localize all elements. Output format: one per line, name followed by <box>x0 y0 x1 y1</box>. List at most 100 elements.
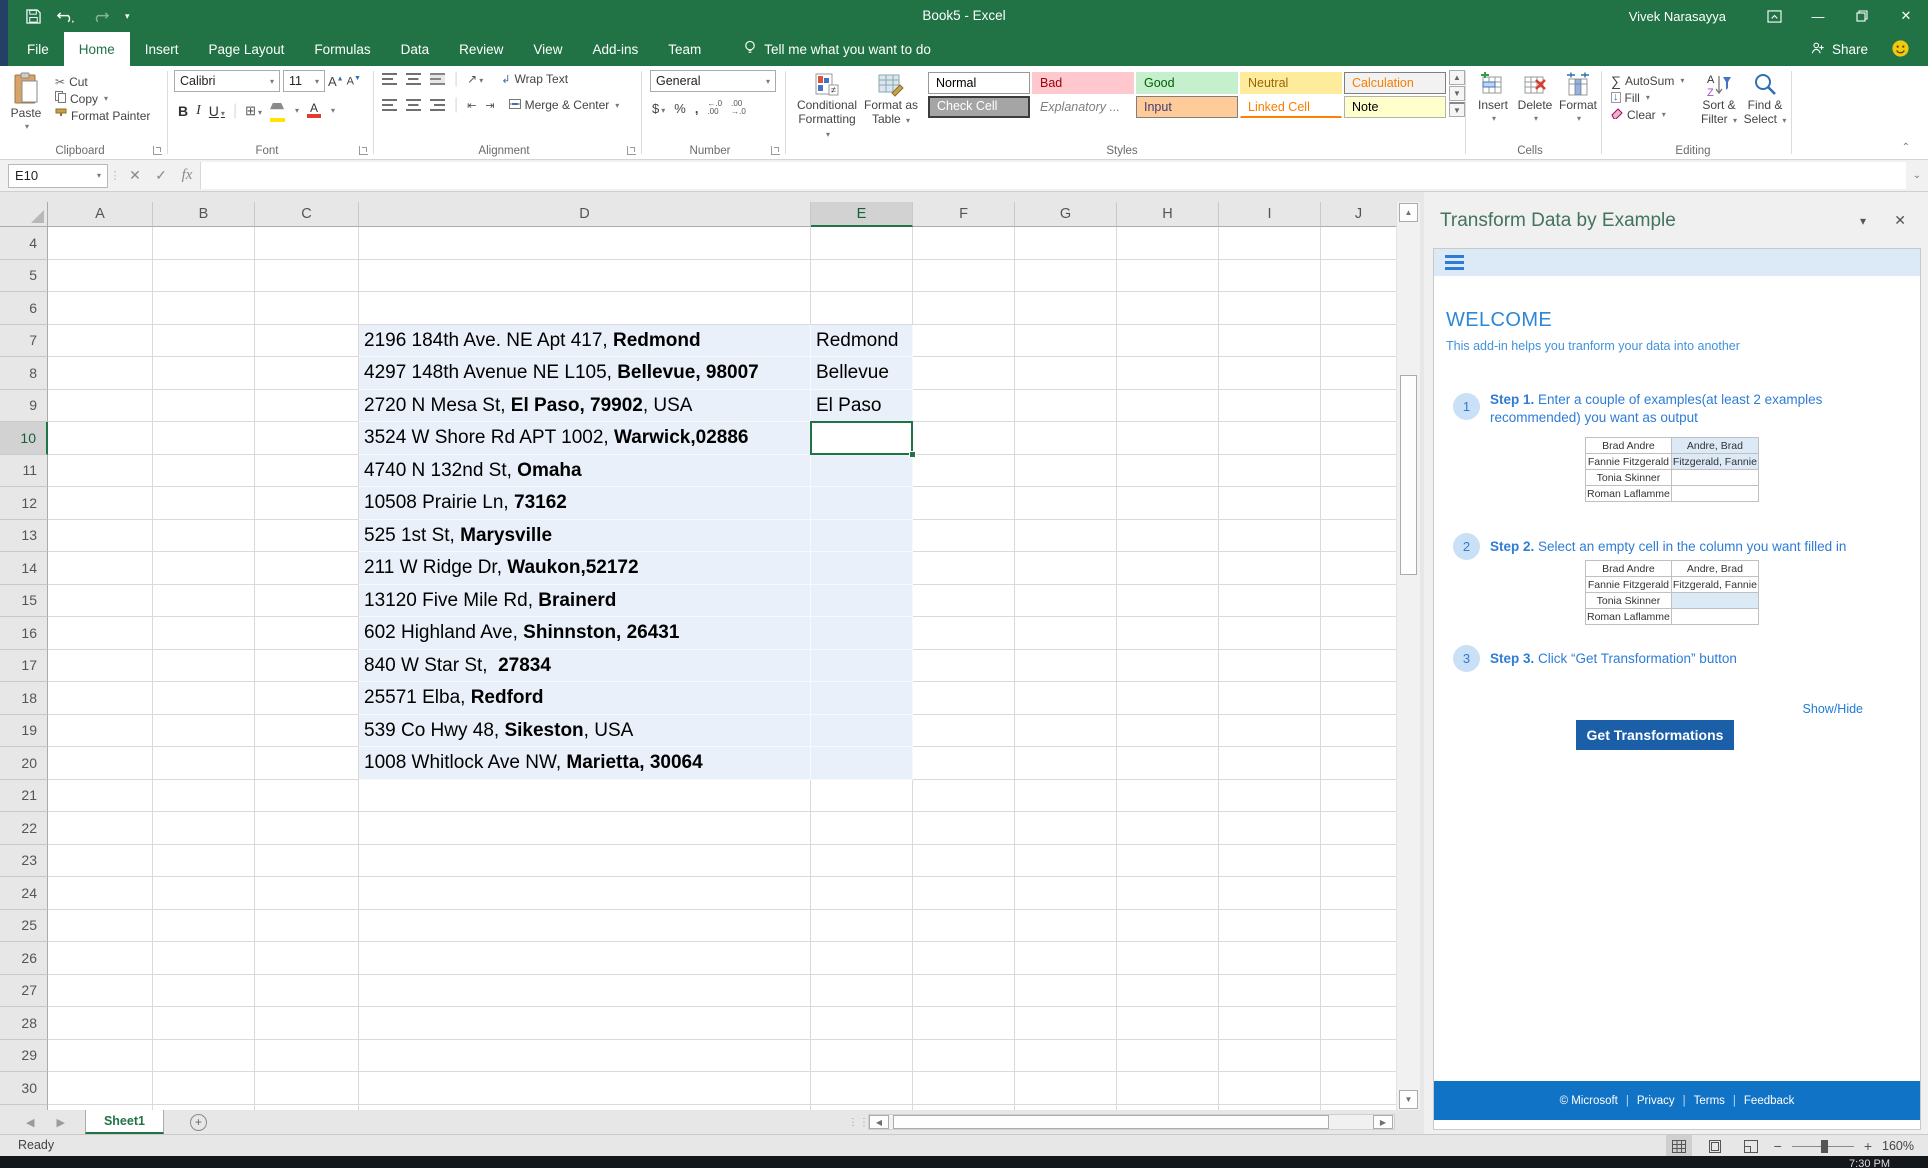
page-layout-view-icon[interactable] <box>1702 1135 1728 1157</box>
cell-E11[interactable] <box>811 455 913 488</box>
clear-button[interactable]: Clear▾ <box>1608 106 1696 123</box>
cell-D10[interactable]: 3524 W Shore Rd APT 1002, Warwick,02886 <box>359 422 811 455</box>
zoom-slider-thumb[interactable] <box>1821 1140 1828 1153</box>
cell-I30[interactable] <box>1219 1072 1321 1105</box>
cell-F27[interactable] <box>913 975 1015 1008</box>
cell-C20[interactable] <box>255 747 359 780</box>
restore-button[interactable] <box>1840 0 1884 32</box>
cell-E14[interactable] <box>811 552 913 585</box>
underline-button[interactable]: U▾ <box>209 103 225 119</box>
style-chip-good[interactable]: Good <box>1136 72 1238 94</box>
cell-E16[interactable] <box>811 617 913 650</box>
cell-I17[interactable] <box>1219 650 1321 683</box>
format-as-table-button[interactable]: Format as Table ▾ <box>860 70 922 142</box>
cell-F29[interactable] <box>913 1040 1015 1073</box>
cell-B27[interactable] <box>153 975 255 1008</box>
style-chip-check[interactable]: Check Cell <box>928 96 1030 118</box>
cell-G29[interactable] <box>1015 1040 1117 1073</box>
cell-B16[interactable] <box>153 617 255 650</box>
cell-E8[interactable]: Bellevue <box>811 357 913 390</box>
cell-E25[interactable] <box>811 910 913 943</box>
cell-B21[interactable] <box>153 780 255 813</box>
cell-H29[interactable] <box>1117 1040 1219 1073</box>
cell-C27[interactable] <box>255 975 359 1008</box>
cell-G8[interactable] <box>1015 357 1117 390</box>
align-bottom-icon[interactable] <box>430 73 445 85</box>
cell-E13[interactable] <box>811 520 913 553</box>
cell-A18[interactable] <box>48 682 153 715</box>
cell-F17[interactable] <box>913 650 1015 683</box>
cell-J11[interactable] <box>1321 455 1396 488</box>
style-chip-bad[interactable]: Bad <box>1032 72 1134 94</box>
cell-F21[interactable] <box>913 780 1015 813</box>
cell-A21[interactable] <box>48 780 153 813</box>
zoom-out-icon[interactable]: − <box>1774 1138 1782 1154</box>
row-header-13[interactable]: 13 <box>0 520 48 553</box>
number-format-combo[interactable]: General▾ <box>650 70 776 92</box>
cell-J28[interactable] <box>1321 1007 1396 1040</box>
align-right-icon[interactable] <box>430 99 445 111</box>
align-left-icon[interactable] <box>382 99 397 111</box>
share-button[interactable]: Share <box>1811 32 1868 66</box>
cell-D9[interactable]: 2720 N Mesa St, El Paso, 79902, USA <box>359 390 811 423</box>
cell-D30[interactable] <box>359 1072 811 1105</box>
increase-decimal-icon[interactable]: ←.0.00 <box>707 100 722 116</box>
cell-G5[interactable] <box>1015 260 1117 293</box>
font-size-combo[interactable]: 11▾ <box>283 70 325 92</box>
cell-B5[interactable] <box>153 260 255 293</box>
cell-G14[interactable] <box>1015 552 1117 585</box>
cell-A23[interactable] <box>48 845 153 878</box>
align-middle-icon[interactable] <box>406 73 421 85</box>
cell-I16[interactable] <box>1219 617 1321 650</box>
cell-C4[interactable] <box>255 227 359 260</box>
cell-I25[interactable] <box>1219 910 1321 943</box>
cell-D13[interactable]: 525 1st St, Marysville <box>359 520 811 553</box>
cell-B23[interactable] <box>153 845 255 878</box>
cell-D17[interactable]: 840 W Star St, 27834 <box>359 650 811 683</box>
cell-A13[interactable] <box>48 520 153 553</box>
font-dialog-launcher[interactable] <box>359 146 368 155</box>
column-header-C[interactable]: C <box>255 202 359 227</box>
cell-H10[interactable] <box>1117 422 1219 455</box>
cell-C12[interactable] <box>255 487 359 520</box>
cell-E18[interactable] <box>811 682 913 715</box>
cell-G20[interactable] <box>1015 747 1117 780</box>
horizontal-scroll-thumb[interactable] <box>893 1115 1329 1129</box>
row-header-6[interactable]: 6 <box>0 292 48 325</box>
cell-H12[interactable] <box>1117 487 1219 520</box>
cell-D6[interactable] <box>359 292 811 325</box>
scroll-up-icon[interactable]: ▲ <box>1399 203 1418 222</box>
cell-D23[interactable] <box>359 845 811 878</box>
cell-J9[interactable] <box>1321 390 1396 423</box>
cell-F8[interactable] <box>913 357 1015 390</box>
column-header-J[interactable]: J <box>1321 202 1397 227</box>
column-header-E[interactable]: E <box>811 202 913 227</box>
row-header-23[interactable]: 23 <box>0 845 48 878</box>
cell-D22[interactable] <box>359 812 811 845</box>
cell-H30[interactable] <box>1117 1072 1219 1105</box>
cell-H14[interactable] <box>1117 552 1219 585</box>
cell-J13[interactable] <box>1321 520 1396 553</box>
cell-B6[interactable] <box>153 292 255 325</box>
cell-G25[interactable] <box>1015 910 1117 943</box>
cell-C10[interactable] <box>255 422 359 455</box>
row-header-17[interactable]: 17 <box>0 650 48 683</box>
tab-team[interactable]: Team <box>653 32 716 66</box>
tab-formulas[interactable]: Formulas <box>299 32 385 66</box>
cell-I7[interactable] <box>1219 325 1321 358</box>
find-select-button[interactable]: Find & Select ▾ <box>1742 70 1788 128</box>
cell-B10[interactable] <box>153 422 255 455</box>
cell-E29[interactable] <box>811 1040 913 1073</box>
gallery-expand-icon[interactable]: ▼ <box>1449 102 1465 117</box>
row-header-5[interactable]: 5 <box>0 260 48 293</box>
cell-A16[interactable] <box>48 617 153 650</box>
cell-H8[interactable] <box>1117 357 1219 390</box>
cell-D19[interactable]: 539 Co Hwy 48, Sikeston, USA <box>359 715 811 748</box>
grow-font-icon[interactable]: A▲ <box>328 74 344 89</box>
cell-D12[interactable]: 10508 Prairie Ln, 73162 <box>359 487 811 520</box>
cell-D16[interactable]: 602 Highland Ave, Shinnston, 26431 <box>359 617 811 650</box>
cell-I21[interactable] <box>1219 780 1321 813</box>
fill-button[interactable]: ↓Fill▾ <box>1608 89 1696 106</box>
cell-A15[interactable] <box>48 585 153 618</box>
cell-J15[interactable] <box>1321 585 1396 618</box>
